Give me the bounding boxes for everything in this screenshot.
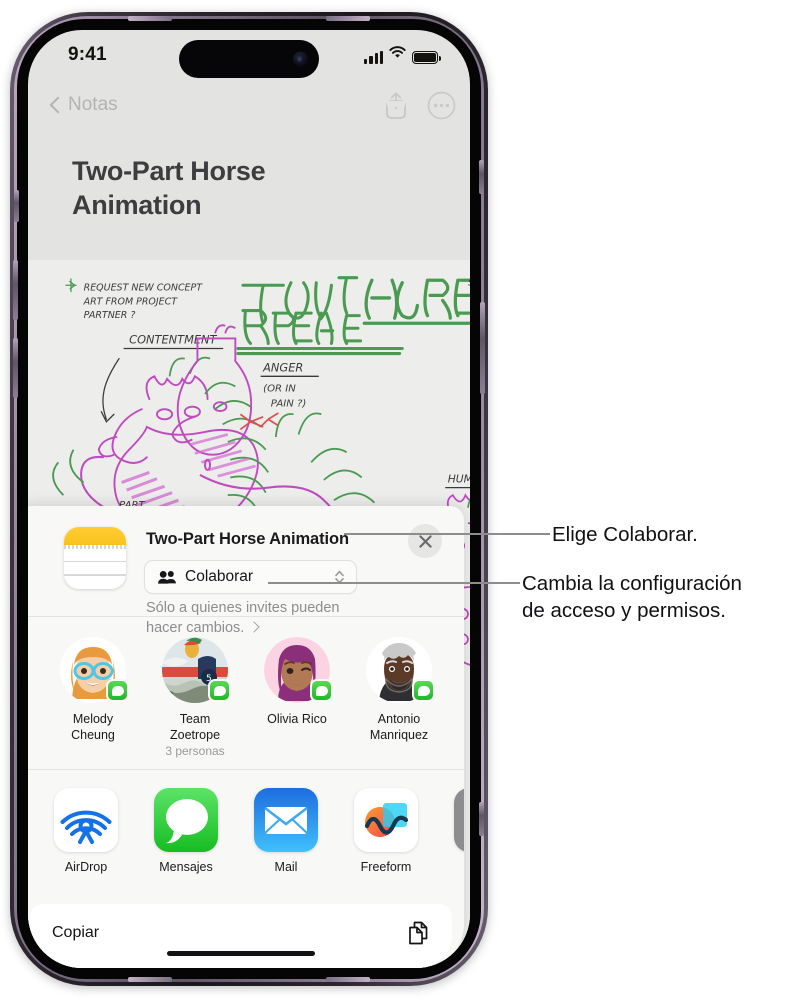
messages-badge-icon [106, 679, 129, 702]
callout-2: Cambia la configuración de acceso y perm… [522, 570, 770, 624]
share-app-item[interactable] [454, 788, 464, 886]
freeform-icon [354, 788, 418, 852]
copy-icon [406, 920, 430, 946]
callout-leader-line-2 [268, 582, 520, 584]
airdrop-icon [54, 788, 118, 852]
silent-switch[interactable] [14, 190, 19, 222]
avatar [366, 637, 435, 703]
dynamic-island [179, 40, 319, 78]
person-name: Melody Cheung [71, 712, 115, 743]
volume-down-button[interactable] [13, 338, 18, 398]
navigation-bar: Notas [28, 88, 470, 140]
callout-2-text: Cambia la configuración de acceso y perm… [522, 572, 742, 623]
messages-icon [154, 788, 218, 852]
share-app-label: Mensajes [159, 860, 213, 874]
svg-text:(OR IN: (OR IN [263, 383, 296, 394]
volume-up-button[interactable] [13, 260, 18, 320]
status-indicators [364, 46, 441, 64]
front-camera-icon [293, 51, 308, 67]
person-name: P [462, 711, 464, 727]
antenna-line-top-right [326, 16, 370, 21]
svg-text:CONTENTMENT: CONTENTMENT [129, 332, 217, 346]
share-sheet: Two-Part Horse Animation Colaborar Sólo … [28, 506, 464, 968]
close-icon[interactable] [408, 524, 442, 558]
share-icon[interactable] [383, 90, 409, 120]
share-app-item[interactable]: Mensajes [154, 788, 218, 886]
back-to-notas-button[interactable]: Notas [50, 94, 118, 116]
share-sheet-header: Two-Part Horse Animation Colaborar Sólo … [28, 506, 464, 636]
messages-badge-icon [310, 679, 333, 702]
back-button-label: Notas [68, 94, 118, 115]
person-item[interactable]: 5 Team Zoetrope 3 personas [156, 637, 234, 758]
nav-actions [383, 90, 456, 120]
share-apps-row: AirDrop Mensajes Mail Freeform [28, 770, 464, 898]
phone-screen: REQUEST NEW CONCEPT ART FROM PROJECT PAR… [28, 30, 470, 968]
antenna-line-right-top [479, 160, 484, 194]
svg-text:REQUEST NEW CONCEPT: REQUEST NEW CONCEPT [84, 282, 204, 293]
status-bar: 9:41 [28, 30, 470, 88]
more-apps-icon [454, 788, 464, 852]
person-item[interactable]: P [462, 637, 464, 755]
power-button[interactable] [480, 302, 485, 394]
share-app-label: AirDrop [64, 860, 108, 874]
share-app-label: Mail [274, 860, 298, 874]
chevron-up-down-icon [333, 567, 346, 587]
share-sheet-title: Two-Part Horse Animation [146, 530, 349, 548]
chevron-left-icon [50, 96, 61, 115]
cellular-bars-icon [364, 51, 383, 64]
person-item[interactable]: Olivia Rico [258, 637, 336, 755]
ellipsis-circle-icon[interactable] [427, 91, 456, 120]
share-app-label: Freeform [360, 860, 412, 874]
svg-text:ART FROM PROJECT: ART FROM PROJECT [83, 296, 179, 307]
antenna-line-bottom-left [128, 977, 172, 982]
messages-badge-icon [208, 679, 231, 702]
person-item[interactable]: Antonio Manriquez [360, 637, 438, 755]
mail-icon [254, 788, 318, 852]
status-time: 9:41 [68, 44, 107, 65]
battery-icon [412, 51, 441, 64]
person-name: Team Zoetrope [169, 712, 221, 743]
person-name: Olivia Rico [267, 712, 327, 726]
svg-text:SEND ANIMATION: SEND ANIMATION [468, 278, 470, 288]
home-indicator[interactable] [167, 951, 315, 956]
messages-badge-icon [412, 679, 435, 702]
screenshot-root: REQUEST NEW CONCEPT ART FROM PROJECT PAR… [0, 0, 790, 998]
collaborate-mode-select[interactable]: Colaborar [144, 560, 357, 594]
antenna-line-right-bottom [479, 802, 484, 836]
wifi-icon [389, 46, 406, 64]
svg-text:PAIN ?): PAIN ?) [271, 399, 307, 410]
antenna-line-bottom-right [326, 977, 370, 982]
callout-leader-line-1 [344, 533, 550, 535]
person-item[interactable]: Melody Cheung [54, 637, 132, 755]
share-app-item[interactable]: AirDrop [54, 788, 118, 886]
two-people-icon [158, 570, 177, 584]
callout-1-text: Elige Colaborar. [552, 523, 698, 546]
copy-action-label: Copiar [52, 924, 100, 941]
suggested-people-row: Melody Cheung 5 Team Zoetrope 3 personas… [28, 617, 464, 769]
copy-action-row[interactable]: Copiar [30, 904, 452, 946]
share-app-item[interactable]: Mail [254, 788, 318, 886]
avatar: 5 [162, 637, 231, 703]
iphone-device-frame: REQUEST NEW CONCEPT ART FROM PROJECT PAR… [10, 12, 488, 986]
callout-1: Elige Colaborar. [552, 521, 784, 548]
svg-text:ANGER: ANGER [262, 360, 303, 374]
svg-text:HUMILIATION: HUMILIATION [448, 473, 470, 486]
antenna-line-top-left [128, 16, 172, 21]
note-title: Two-Part Horse Animation [72, 156, 266, 221]
share-app-item[interactable]: Freeform [354, 788, 418, 886]
share-actions-list: Copiar [30, 904, 452, 968]
svg-text:PARTNER ?: PARTNER ? [84, 310, 136, 321]
avatar [264, 637, 333, 703]
person-subtitle: 3 personas [165, 743, 225, 758]
person-name: Antonio Manriquez [369, 712, 429, 743]
avatar [60, 637, 129, 703]
notes-app-icon [64, 527, 126, 589]
